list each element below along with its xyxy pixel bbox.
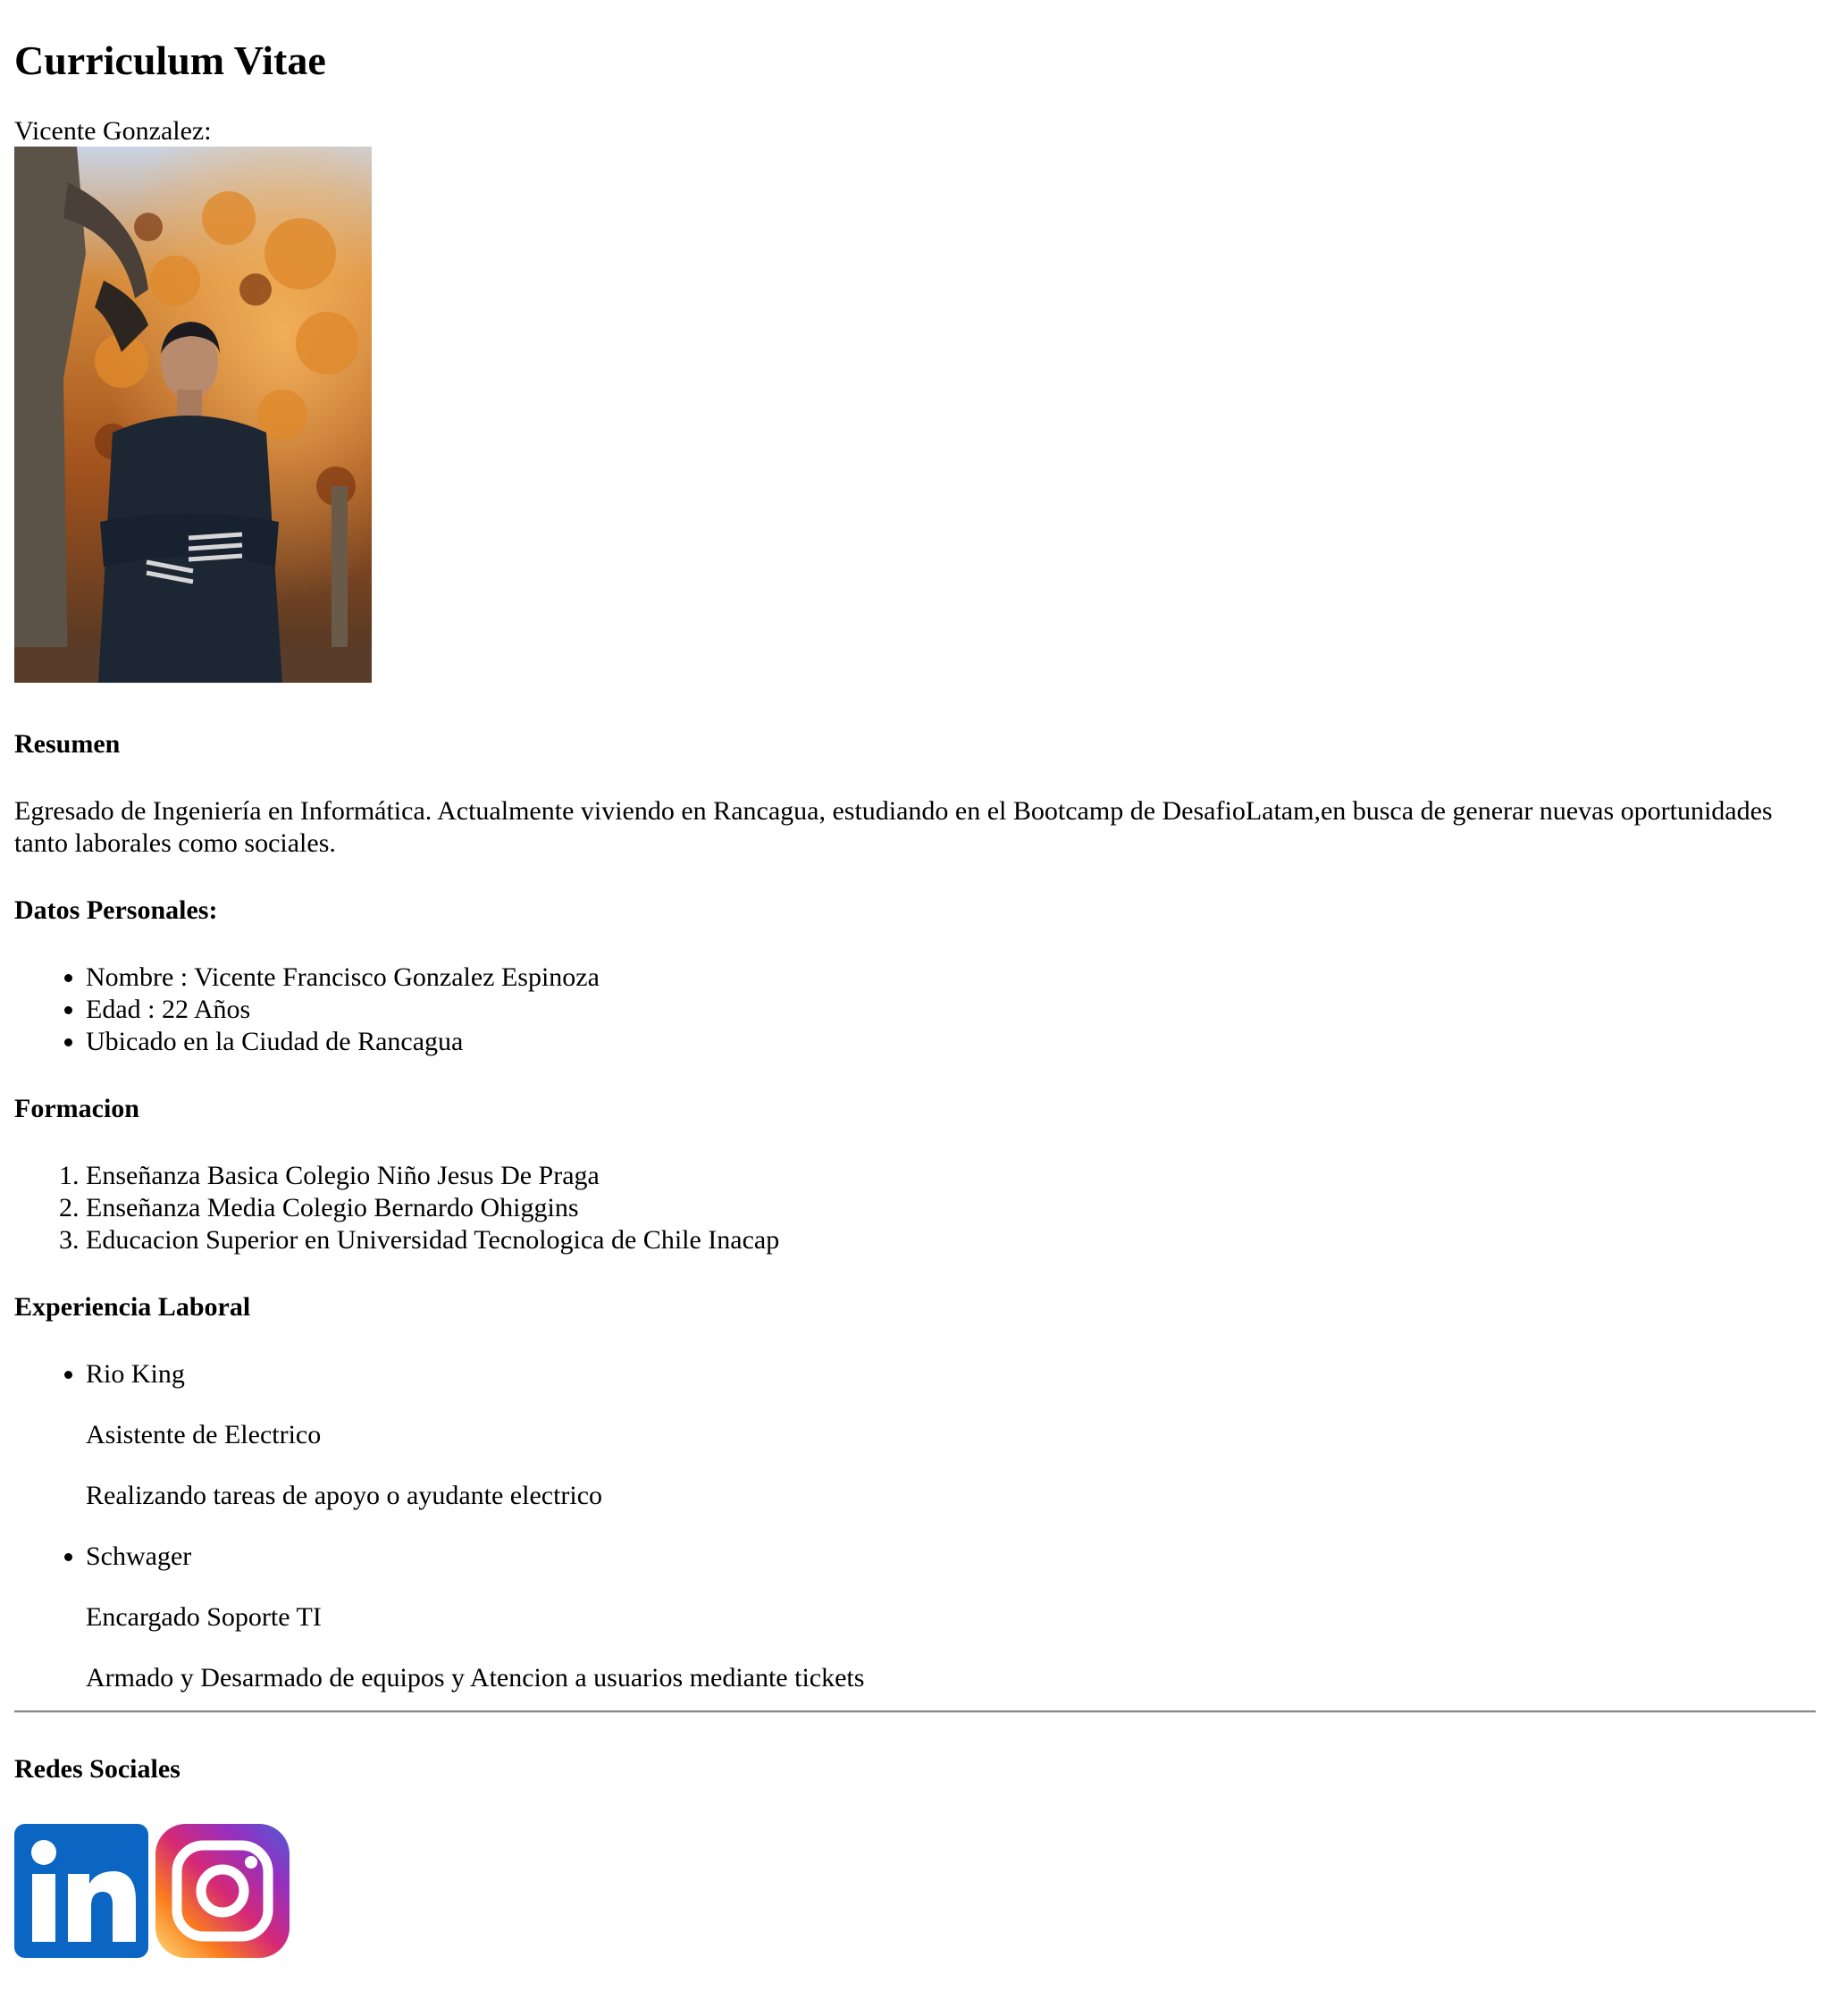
section-divider xyxy=(14,1710,1816,1713)
profile-photo xyxy=(14,147,372,683)
job-role: Asistente de Electrico xyxy=(86,1420,322,1449)
job-role: Encargado Soporte TI xyxy=(86,1602,322,1632)
list-item: Edad : 22 Años xyxy=(86,994,1816,1026)
resumen-heading: Resumen xyxy=(14,729,121,759)
job-description: Realizando tareas de apoyo o ayudante el… xyxy=(86,1481,603,1510)
datos-list: Nombre : Vicente Francisco Gonzalez Espi… xyxy=(14,962,1816,1058)
job-company: Rio King xyxy=(86,1359,185,1389)
list-item: Rio King Asistente de Electrico Realizan… xyxy=(86,1358,1816,1512)
list-item: Educacion Superior en Universidad Tecnol… xyxy=(86,1224,1816,1256)
redes-heading: Redes Sociales xyxy=(14,1754,180,1784)
resumen-text: Egresado de Ingeniería en Informática. A… xyxy=(14,796,1773,858)
list-item: Enseñanza Basica Colegio Niño Jesus De P… xyxy=(86,1160,1816,1192)
experiencia-list: Rio King Asistente de Electrico Realizan… xyxy=(14,1358,1816,1694)
formacion-heading: Formacion xyxy=(14,1094,139,1123)
instagram-icon[interactable] xyxy=(155,1824,290,1958)
list-item: Ubicado en la Ciudad de Rancagua xyxy=(86,1026,1816,1058)
list-item: Enseñanza Media Colegio Bernardo Ohiggin… xyxy=(86,1192,1816,1224)
cv-page: Curriculum Vitae Vicente Gonzalez: Resum… xyxy=(0,0,1830,1958)
datos-heading: Datos Personales: xyxy=(14,895,218,925)
list-item: Schwager Encargado Soporte TI Armado y D… xyxy=(86,1541,1816,1694)
list-item: Nombre : Vicente Francisco Gonzalez Espi… xyxy=(86,962,1816,994)
experiencia-heading: Experiencia Laboral xyxy=(14,1292,251,1322)
job-company: Schwager xyxy=(86,1541,192,1571)
formacion-list: Enseñanza Basica Colegio Niño Jesus De P… xyxy=(14,1160,1816,1256)
social-links xyxy=(14,1824,1816,1958)
profile-name-label: Vicente Gonzalez: xyxy=(14,116,212,146)
job-description: Armado y Desarmado de equipos y Atencion… xyxy=(86,1663,865,1693)
page-title: Curriculum Vitae xyxy=(14,38,326,83)
linkedin-icon[interactable] xyxy=(14,1824,148,1958)
